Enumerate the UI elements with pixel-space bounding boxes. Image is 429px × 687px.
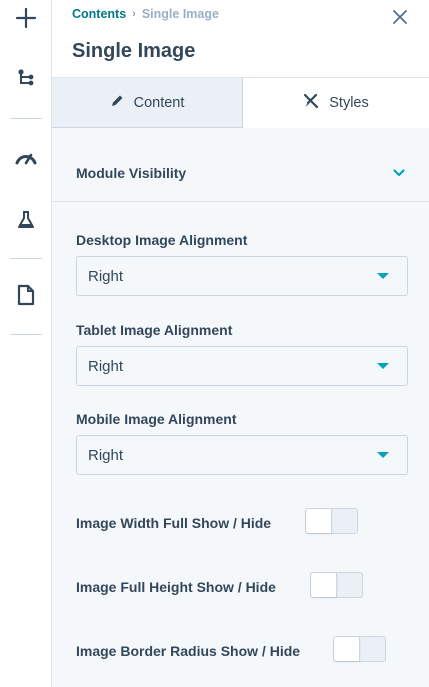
tablet-alignment-select[interactable]: Right xyxy=(76,346,408,386)
breadcrumb-current: Single Image xyxy=(141,7,219,21)
image-width-full-label: Image Width Full Show / Hide xyxy=(76,515,272,531)
rail-divider xyxy=(10,258,42,259)
flask-icon xyxy=(16,210,36,230)
tablet-alignment-value: Right xyxy=(88,357,124,375)
panel-header: Contents › Single Image Single Image xyxy=(52,0,429,78)
module-visibility-label: Module Visibility xyxy=(76,165,187,181)
module-visibility-accordion[interactable]: Module Visibility xyxy=(52,144,429,202)
desktop-alignment-select[interactable]: Right xyxy=(76,256,408,296)
image-width-full-toggle[interactable] xyxy=(305,508,358,534)
mobile-alignment-value: Right xyxy=(88,446,124,464)
rail-divider xyxy=(10,118,42,119)
paint-tools-icon xyxy=(303,93,319,113)
optimize-button[interactable] xyxy=(0,139,52,175)
tab-styles[interactable]: Styles xyxy=(243,78,429,128)
close-button[interactable] xyxy=(391,9,409,29)
tablet-alignment-label: Tablet Image Alignment xyxy=(76,322,233,338)
close-icon xyxy=(393,9,407,29)
tree-icon xyxy=(17,69,35,89)
caret-down-icon xyxy=(377,363,389,369)
test-button[interactable] xyxy=(0,202,52,238)
left-rail xyxy=(0,0,52,687)
styles-panel: Module Visibility Desktop Image Alignmen… xyxy=(52,128,429,687)
toggle-knob xyxy=(306,509,332,533)
document-icon xyxy=(17,284,35,306)
rail-divider xyxy=(10,334,42,335)
mobile-alignment-label: Mobile Image Alignment xyxy=(76,411,237,427)
plus-icon xyxy=(15,7,37,29)
image-full-height-toggle[interactable] xyxy=(310,572,363,598)
toggle-knob xyxy=(334,637,360,661)
image-full-height-label: Image Full Height Show / Hide xyxy=(76,579,276,595)
add-button[interactable] xyxy=(0,0,52,36)
structure-button[interactable] xyxy=(0,61,52,97)
toggle-knob xyxy=(311,573,337,597)
tab-content[interactable]: Content xyxy=(52,78,243,128)
gauge-icon xyxy=(14,148,38,166)
chevron-down-icon xyxy=(393,164,405,182)
page-title: Single Image xyxy=(72,40,196,62)
caret-down-icon xyxy=(377,273,389,279)
tab-styles-label: Styles xyxy=(329,95,369,111)
image-border-radius-toggle[interactable] xyxy=(333,636,386,662)
breadcrumb: Contents › Single Image xyxy=(72,7,219,21)
page-settings-button[interactable] xyxy=(0,277,52,313)
breadcrumb-contents-link[interactable]: Contents xyxy=(72,7,126,21)
tab-content-label: Content xyxy=(133,94,185,111)
desktop-alignment-label: Desktop Image Alignment xyxy=(76,232,248,248)
caret-down-icon xyxy=(377,452,389,458)
breadcrumb-separator: › xyxy=(132,8,136,20)
tab-bar: Content Styles xyxy=(52,78,429,128)
desktop-alignment-value: Right xyxy=(88,267,124,285)
pencil-icon xyxy=(110,94,124,112)
mobile-alignment-select[interactable]: Right xyxy=(76,435,408,475)
image-border-radius-label: Image Border Radius Show / Hide xyxy=(76,643,301,659)
